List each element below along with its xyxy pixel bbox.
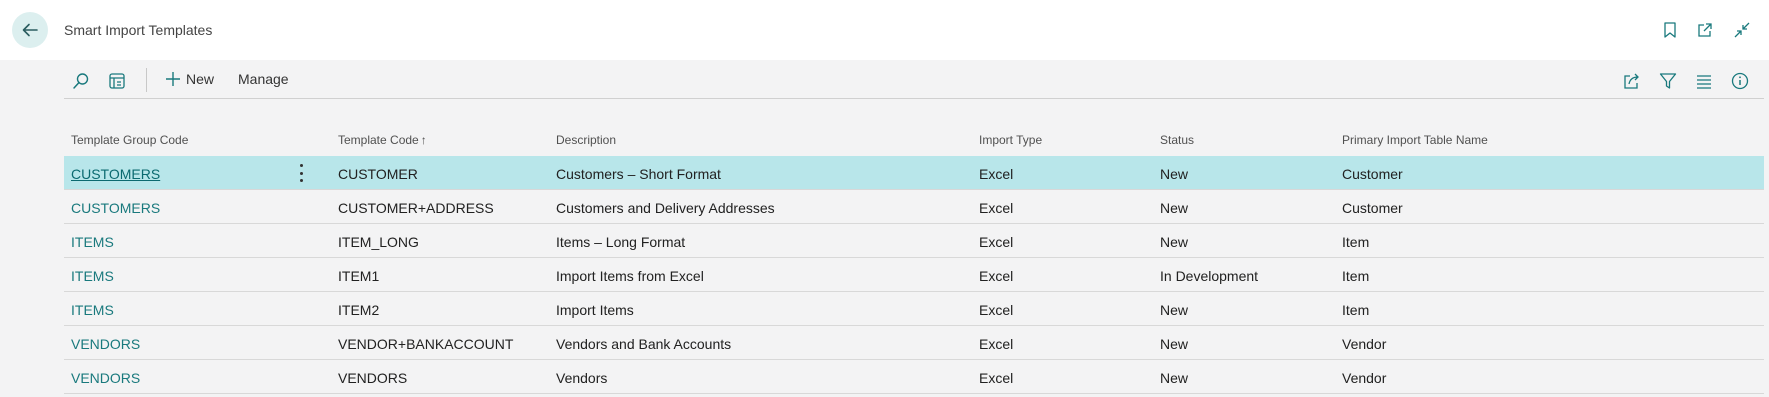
template-group-code-link[interactable]: ITEMS	[71, 268, 114, 284]
edit-list-icon[interactable]	[106, 70, 128, 92]
column-header-template-code-label: Template Code	[338, 133, 419, 147]
table-row[interactable]: VENDORS VENDOR+BANKACCOUNT Vendors and B…	[64, 326, 1764, 360]
column-header-import-type[interactable]: Import Type	[979, 133, 1042, 147]
table-row[interactable]: VENDORS VENDORS Vendors Excel New Vendor	[64, 360, 1764, 394]
description-cell: Customers – Short Format	[556, 166, 721, 182]
import-type-cell: Excel	[979, 302, 1014, 318]
action-bar: New Manage	[64, 64, 1764, 98]
status-cell: New	[1160, 234, 1189, 250]
import-type-cell: Excel	[979, 268, 1014, 284]
description-cell: Items – Long Format	[556, 234, 686, 250]
description-cell: Import Items from Excel	[556, 268, 704, 284]
back-button[interactable]	[12, 12, 48, 48]
template-group-code-link[interactable]: VENDORS	[71, 336, 140, 352]
import-type-cell: Excel	[979, 200, 1014, 216]
column-header-status[interactable]: Status	[1160, 133, 1194, 147]
template-code-cell: ITEM2	[338, 302, 380, 318]
grid-header-row: Template Group Code Template Code ↑ Descr…	[64, 122, 1764, 156]
column-header-primary-import-table-name[interactable]: Primary Import Table Name	[1342, 133, 1488, 147]
manage-button-label: Manage	[238, 71, 289, 87]
primary-import-table-cell: Item	[1342, 234, 1370, 250]
arrow-left-icon	[22, 23, 38, 37]
sort-ascending-icon: ↑	[420, 133, 427, 147]
primary-import-table-cell: Vendor	[1342, 370, 1387, 386]
import-type-cell: Excel	[979, 370, 1014, 386]
plus-icon	[166, 72, 180, 86]
template-code-cell: VENDORS	[338, 370, 408, 386]
search-icon[interactable]	[70, 70, 92, 92]
open-in-new-window-icon[interactable]	[1695, 20, 1715, 40]
column-header-description[interactable]: Description	[556, 133, 616, 147]
table-row[interactable]: ITEMS ITEM1 Import Items from Excel Exce…	[64, 258, 1764, 292]
templates-grid: Template Group Code Template Code ↑ Descr…	[64, 122, 1764, 394]
template-code-cell: CUSTOMER+ADDRESS	[338, 200, 494, 216]
new-button-label: New	[186, 71, 215, 87]
status-cell: New	[1160, 370, 1189, 386]
primary-import-table-cell: Item	[1342, 302, 1370, 318]
status-cell: New	[1160, 200, 1189, 216]
collapse-icon[interactable]	[1732, 20, 1752, 40]
list-view-icon[interactable]	[1693, 70, 1715, 92]
template-code-cell: ITEM1	[338, 268, 380, 284]
status-cell: New	[1160, 336, 1189, 352]
column-header-template-group-code[interactable]: Template Group Code	[71, 133, 188, 147]
template-group-code-link[interactable]: VENDORS	[71, 370, 140, 386]
info-icon[interactable]	[1729, 70, 1751, 92]
description-cell: Vendors	[556, 370, 608, 386]
page-title: Smart Import Templates	[64, 22, 213, 38]
import-type-cell: Excel	[979, 234, 1014, 250]
primary-import-table-cell: Item	[1342, 268, 1370, 284]
table-row[interactable]: CUSTOMERS CUSTOMER Customers – Short For…	[64, 156, 1764, 190]
import-type-cell: Excel	[979, 336, 1014, 352]
template-group-code-link[interactable]: ITEMS	[71, 302, 114, 318]
description-cell: Customers and Delivery Addresses	[556, 200, 775, 216]
filter-icon[interactable]	[1657, 70, 1679, 92]
primary-import-table-cell: Vendor	[1342, 336, 1387, 352]
template-code-cell: ITEM_LONG	[338, 234, 419, 250]
manage-button[interactable]: Manage	[238, 71, 289, 87]
status-cell: In Development	[1160, 268, 1259, 284]
table-row[interactable]: CUSTOMERS CUSTOMER+ADDRESS Customers and…	[64, 190, 1764, 224]
page-header: Smart Import Templates	[0, 0, 1769, 60]
template-group-code-link[interactable]: CUSTOMERS	[71, 200, 160, 216]
table-row[interactable]: ITEMS ITEM2 Import Items Excel New Item	[64, 292, 1764, 326]
status-cell: New	[1160, 302, 1189, 318]
bookmark-icon[interactable]	[1660, 20, 1680, 40]
table-row[interactable]: ITEMS ITEM_LONG Items – Long Format Exce…	[64, 224, 1764, 258]
template-group-code-link[interactable]: CUSTOMERS	[71, 166, 160, 182]
primary-import-table-cell: Customer	[1342, 200, 1403, 216]
template-code-cell: CUSTOMER	[338, 166, 418, 182]
action-bar-divider	[64, 98, 1764, 99]
description-cell: Vendors and Bank Accounts	[556, 336, 732, 352]
primary-import-table-cell: Customer	[1342, 166, 1403, 182]
status-cell: New	[1160, 166, 1189, 182]
template-code-cell: VENDOR+BANKACCOUNT	[338, 336, 514, 352]
toolbar-separator	[146, 68, 147, 92]
template-group-code-link[interactable]: ITEMS	[71, 234, 114, 250]
import-type-cell: Excel	[979, 166, 1014, 182]
row-actions-menu-icon[interactable]	[295, 164, 307, 182]
new-button[interactable]: New	[166, 71, 214, 87]
share-icon[interactable]	[1621, 70, 1643, 92]
description-cell: Import Items	[556, 302, 634, 318]
column-header-template-code[interactable]: Template Code ↑	[338, 133, 427, 147]
